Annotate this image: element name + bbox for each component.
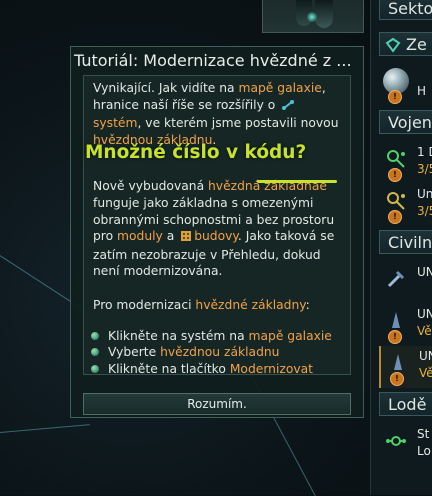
outliner-row-subtext: 3/5 <box>417 162 432 176</box>
ship-viewport[interactable] <box>262 0 364 33</box>
dialog-body: Vynikající. Jak vidíte na mapě galaxie , … <box>83 75 351 378</box>
outliner-row-subtext: Vě <box>417 324 432 338</box>
outliner-header-planets[interactable]: Ze <box>379 32 432 56</box>
step-item: Klikněte na tlačítko Modernizovat <box>91 361 342 378</box>
outliner-row-text: 1 D <box>417 145 432 159</box>
construction-ship-icon <box>392 312 400 328</box>
outliner-row-text: Un <box>417 187 432 201</box>
influence-badge: ! <box>388 210 402 224</box>
influence-badge: ! <box>388 168 402 182</box>
annotation-label: Množné číslo v kódu? <box>85 142 307 163</box>
outliner-row-text: UN <box>417 307 432 321</box>
step-item: Klikněte na systém na mapě galaxie <box>91 328 342 345</box>
science-ship-icon <box>387 270 405 288</box>
system-icon <box>281 99 295 116</box>
construction-ship-icon <box>394 354 402 370</box>
starbase-icon <box>386 436 406 446</box>
link-buildings[interactable]: budovy <box>194 229 238 243</box>
outliner-row-subtext: Lo <box>417 444 431 458</box>
tutorial-dialog: Tutoriál: Modernizace hvězdné z ... Vyni… <box>70 46 364 418</box>
link-galaxy-map[interactable]: mapě galaxie <box>249 329 332 343</box>
text: Vyberte <box>108 345 161 360</box>
bullet-icon <box>91 348 99 357</box>
text: , ve kterém jsme postavili novou <box>137 116 339 131</box>
planet-group-icon <box>385 36 401 55</box>
text: Nově vybudovaná <box>93 179 209 194</box>
outliner-row-starbase[interactable]: St Lo <box>379 424 432 466</box>
outliner-header-ships[interactable]: Lodě <box>379 392 432 416</box>
text: a <box>162 229 179 244</box>
engine-glow <box>307 12 317 22</box>
step-list: Klikněte na systém na mapě galaxie Vyber… <box>91 328 342 378</box>
outliner-row-text: St <box>417 427 430 441</box>
link-upgrade[interactable]: Modernizovat <box>230 362 313 376</box>
outliner-row-text: H <box>417 84 427 98</box>
outliner-header-sectors[interactable]: Sektor <box>379 0 432 20</box>
text: Klikněte na systém na <box>108 328 249 343</box>
link-starbase[interactable]: hvězdné základny <box>195 298 305 312</box>
bullet-icon <box>91 331 99 340</box>
paragraph-new-starbase: Nově vybudovaná hvězdná základnae funguj… <box>93 178 342 280</box>
outliner-header-civilian[interactable]: Civilní <box>379 230 432 254</box>
text: Vynikající. Jak vidíte na <box>93 81 239 95</box>
influence-badge: ! <box>388 90 402 104</box>
hyperlane-line <box>0 424 90 433</box>
link-starbase[interactable]: hvězdnou základnu <box>160 345 279 359</box>
ship-icon <box>315 0 333 28</box>
outliner-row-fleet[interactable]: ! Un 3/5 <box>379 184 432 226</box>
fleet-icon <box>387 150 405 168</box>
paragraph-upgrade-instructions: Pro modernizaci hvězdné základny: <box>93 297 342 314</box>
influence-badge: ! <box>390 372 404 386</box>
annotation-underline <box>257 180 337 183</box>
link-system[interactable]: systém <box>93 116 137 130</box>
fleet-icon <box>387 192 405 210</box>
outliner-row-civilian-ship[interactable]: UN <box>379 262 432 304</box>
step-item: Vyberte hvězdnou základnu <box>91 344 342 361</box>
outliner-panel: Sektor Ze ! H Vojen ! 1 D 3/5 ! Un 3/5 C… <box>370 0 432 495</box>
ok-button[interactable]: Rozumím. <box>83 393 351 415</box>
text: Klikněte na tlačítko <box>108 361 230 376</box>
paragraph-intro: Vynikající. Jak vidíte na mapě galaxie , … <box>93 80 342 148</box>
outliner-row-subtext: 3/5 <box>417 204 432 218</box>
outliner-row-planet[interactable]: ! H <box>379 64 432 106</box>
link-modules[interactable]: moduly <box>117 229 163 243</box>
outliner-header-military[interactable]: Vojen <box>379 110 432 134</box>
text: : <box>305 297 310 312</box>
dialog-title: Tutoriál: Modernizace hvězdné z ... <box>74 51 352 70</box>
influence-badge: ! <box>388 330 402 344</box>
link-galaxy-map[interactable]: mapě galaxie <box>238 81 321 95</box>
outliner-row-subtext: Vě <box>419 366 432 380</box>
outliner-row-civilian-ship[interactable]: ! UN Vě <box>379 304 432 346</box>
bullet-icon <box>91 364 99 373</box>
building-icon <box>180 229 192 247</box>
outliner-row-text: UN <box>419 349 432 363</box>
outliner-row-text: UN <box>417 265 432 279</box>
outliner-header-label: Ze <box>406 35 427 54</box>
text: Pro modernizaci <box>93 297 196 312</box>
outliner-row-civilian-ship[interactable]: ! UN Vě <box>379 346 432 388</box>
outliner-row-fleet[interactable]: ! 1 D 3/5 <box>379 142 432 184</box>
